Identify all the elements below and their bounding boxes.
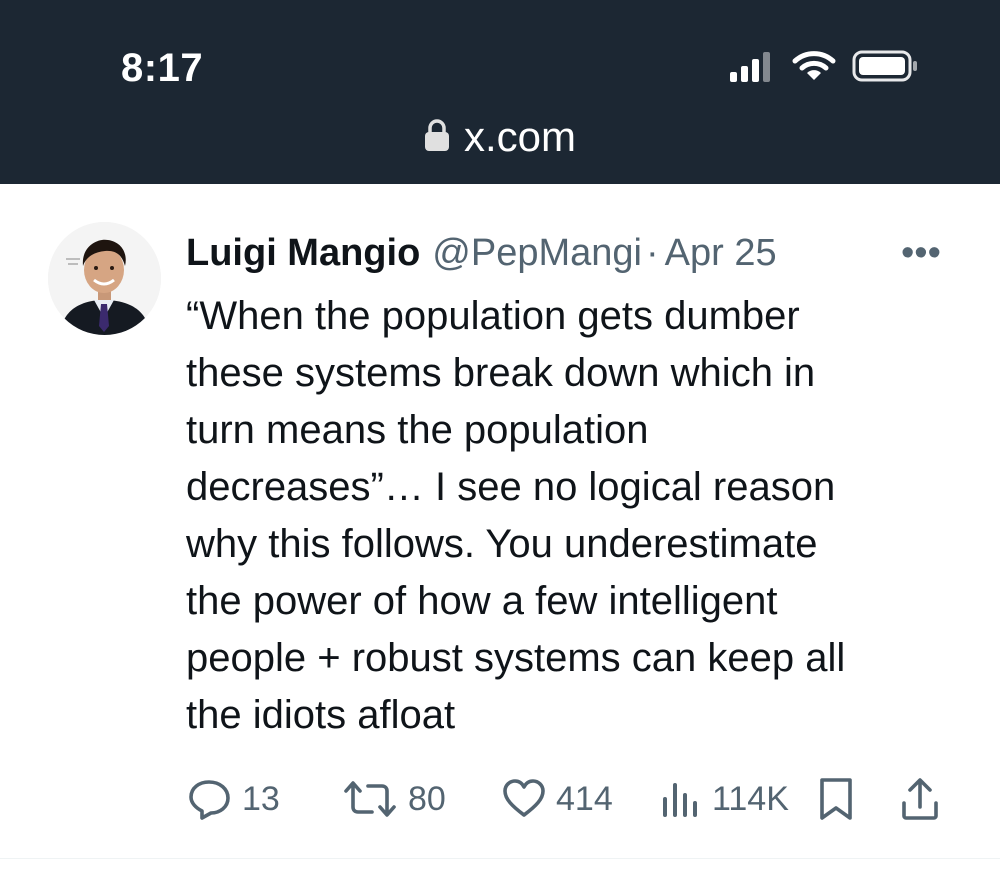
like-button[interactable]: 414 — [502, 774, 613, 824]
bookmark-icon — [818, 777, 854, 821]
view-count: 114K — [712, 779, 789, 818]
url-text: x.com — [463, 113, 576, 160]
views-chart-icon — [660, 779, 702, 819]
tweet-header: Luigi Mangio @PepMangi · Apr 25 ••• — [186, 228, 956, 278]
repost-count: 80 — [408, 779, 446, 818]
tweet-actions: 13 80 414 114K — [186, 774, 956, 824]
status-bar: 8:17 x.com — [0, 0, 1000, 184]
author-name[interactable]: Luigi Mangio — [186, 232, 420, 275]
reply-icon — [188, 778, 232, 820]
lock-icon — [424, 118, 450, 157]
reply-count: 13 — [242, 779, 280, 818]
author-handle[interactable]: @PepMangi — [432, 232, 642, 275]
more-options-icon[interactable]: ••• — [901, 232, 941, 275]
repost-button[interactable]: 80 — [342, 774, 446, 824]
share-button[interactable] — [900, 774, 940, 824]
clock-time: 8:17 — [121, 46, 204, 90]
address-bar[interactable]: x.com — [0, 113, 1000, 161]
separator-dot: · — [645, 231, 659, 274]
heart-icon — [502, 779, 546, 819]
cellular-signal-icon — [730, 50, 776, 87]
status-icons — [730, 50, 918, 86]
divider — [0, 858, 1000, 859]
battery-icon — [852, 49, 918, 88]
wifi-icon — [792, 50, 836, 87]
tweet[interactable]: Luigi Mangio @PepMangi · Apr 25 ••• “Whe… — [0, 184, 1000, 881]
bookmark-button[interactable] — [818, 774, 854, 824]
avatar[interactable] — [48, 222, 161, 335]
reply-button[interactable]: 13 — [188, 774, 280, 824]
tweet-date[interactable]: Apr 25 — [665, 232, 777, 275]
share-icon — [900, 777, 940, 821]
repost-icon — [342, 779, 398, 819]
like-count: 414 — [556, 779, 613, 818]
views-button[interactable]: 114K — [660, 774, 789, 824]
tweet-text: “When the population gets dumber these s… — [186, 294, 846, 737]
